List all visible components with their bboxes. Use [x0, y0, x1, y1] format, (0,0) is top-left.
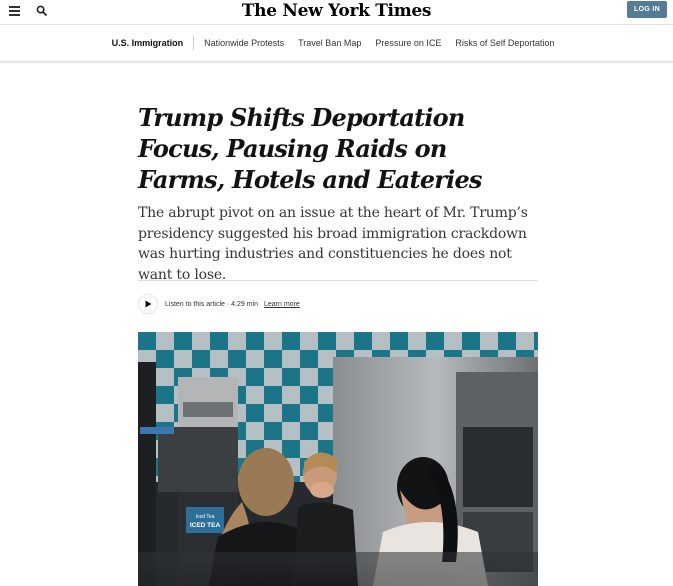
audio-player: Listen to this article · 4:29 min Learn …: [138, 293, 300, 315]
nav-item-pressure-on-ice[interactable]: Pressure on ICE: [375, 38, 441, 48]
kitchen-scene-image: Iced Tea ICED TEA: [138, 332, 538, 586]
play-button[interactable]: [138, 294, 158, 314]
article-summary: The abrupt pivot on an issue at the hear…: [138, 205, 528, 283]
nav-current-section[interactable]: U.S. Immigration: [112, 38, 184, 48]
nav-item-nationwide-protests[interactable]: Nationwide Protests: [204, 38, 284, 48]
summary-divider: [138, 280, 538, 281]
masthead-logo[interactable]: The New York Times: [0, 0, 673, 22]
iced-tea-sign-line1: Iced Tea: [196, 514, 215, 520]
section-nav: U.S. Immigration Nationwide Protests Tra…: [0, 25, 673, 61]
top-bar: The New York Times LOG IN: [0, 0, 673, 24]
article-headline: Trump Shifts Deportation Focus, Pausing …: [138, 103, 482, 194]
play-icon: [145, 300, 152, 308]
iced-tea-sign-line2: ICED TEA: [190, 522, 221, 529]
login-button[interactable]: LOG IN: [627, 1, 667, 18]
article-photo: Iced Tea ICED TEA: [138, 332, 538, 586]
learn-more-link[interactable]: Learn more: [264, 301, 300, 308]
nav-shadow: [0, 61, 673, 64]
nav-item-risks-of-self-deportation[interactable]: Risks of Self Deportation: [455, 38, 554, 48]
nav-separator: [193, 36, 195, 50]
audio-label: Listen to this article · 4:29 min: [165, 300, 258, 308]
nav-item-travel-ban-map[interactable]: Travel Ban Map: [298, 38, 361, 48]
